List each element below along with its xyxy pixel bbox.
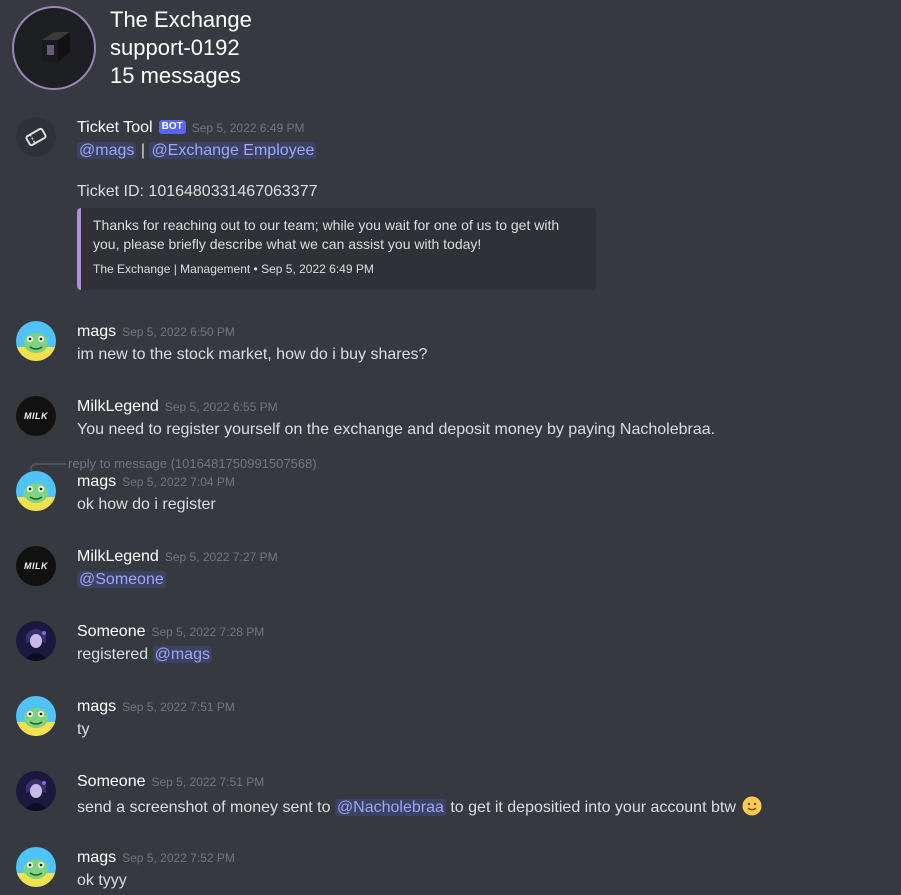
avatar[interactable] <box>16 117 56 157</box>
channel-header: The Exchange support-0192 15 messages <box>12 6 892 94</box>
embed-footer: The Exchange | Management • Sep 5, 2022 … <box>93 262 374 276</box>
message-text: send a screenshot of money sent to <box>77 799 331 816</box>
message-content: You need to register yourself on the exc… <box>77 421 716 438</box>
mention-role[interactable]: @Exchange Employee <box>149 142 317 159</box>
mention-user[interactable]: @Nacholebraa <box>334 799 446 816</box>
reply-reference[interactable]: reply to message (1016481750991507568) <box>68 456 317 471</box>
avatar[interactable]: MILK <box>16 546 56 586</box>
someone-avatar-icon <box>16 771 56 811</box>
timestamp: Sep 5, 2022 7:51 PM <box>122 700 235 714</box>
reply-connector <box>30 463 66 471</box>
bot-tag: BOT <box>158 120 186 134</box>
author-name[interactable]: Someone <box>77 773 146 790</box>
guild-icon <box>12 6 96 90</box>
cube-logo-icon <box>42 32 70 62</box>
avatar[interactable] <box>16 771 56 811</box>
message-text: registered <box>77 646 149 663</box>
message-content: registered @mags <box>77 646 212 664</box>
milk-logo: MILK <box>24 561 48 571</box>
avatar[interactable] <box>16 621 56 661</box>
message-content: ok tyyy <box>77 872 127 889</box>
avatar[interactable] <box>16 471 56 511</box>
timestamp: Sep 5, 2022 7:28 PM <box>151 625 265 639</box>
someone-avatar-icon <box>16 621 56 661</box>
avatar[interactable]: MILK <box>16 396 56 436</box>
author-name[interactable]: Someone <box>77 623 146 640</box>
message-content: send a screenshot of money sent to @Nach… <box>77 796 762 821</box>
timestamp: Sep 5, 2022 6:55 PM <box>164 400 278 414</box>
slightly-smiling-face-icon <box>742 796 762 821</box>
avatar[interactable] <box>16 321 56 361</box>
avatar[interactable] <box>16 847 56 887</box>
message-text: to get it depositied into your account b… <box>450 799 736 816</box>
mags-avatar-icon <box>16 471 56 511</box>
milk-logo: MILK <box>24 411 48 421</box>
mention-user[interactable]: @mags <box>77 142 137 159</box>
author-name[interactable]: MilkLegend <box>77 548 159 565</box>
mags-avatar-icon <box>16 696 56 736</box>
mention-user[interactable]: @Someone <box>77 571 166 588</box>
mags-avatar-icon <box>16 847 56 887</box>
embed: Thanks for reaching out to our team; whi… <box>77 208 596 290</box>
message-content: @Someone <box>77 571 166 589</box>
timestamp: Sep 5, 2022 7:51 PM <box>151 775 265 789</box>
mags-avatar-icon <box>16 321 56 361</box>
message-content: im new to the stock market, how do i buy… <box>77 346 428 363</box>
message-content: @mags | @Exchange Employee <box>77 142 317 160</box>
author-name[interactable]: mags <box>77 473 116 490</box>
avatar[interactable] <box>16 696 56 736</box>
timestamp: Sep 5, 2022 6:49 PM <box>191 121 305 135</box>
separator: | <box>140 142 145 159</box>
mention-user[interactable]: @mags <box>152 646 212 663</box>
timestamp: Sep 5, 2022 7:04 PM <box>122 475 235 489</box>
author-name[interactable]: mags <box>77 849 116 866</box>
ticket-id: Ticket ID: 1016480331467063377 <box>77 183 318 200</box>
author-name[interactable]: MilkLegend <box>77 398 159 415</box>
guild-name: The Exchange <box>110 7 252 32</box>
timestamp: Sep 5, 2022 7:52 PM <box>122 851 235 865</box>
author-name[interactable]: mags <box>77 698 116 715</box>
timestamp: Sep 5, 2022 6:50 PM <box>122 325 235 339</box>
embed-description: Thanks for reaching out to our team; whi… <box>93 217 560 252</box>
channel-name: support-0192 <box>110 35 240 60</box>
timestamp: Sep 5, 2022 7:27 PM <box>164 550 278 564</box>
author-name[interactable]: mags <box>77 323 116 340</box>
author-name[interactable]: Ticket Tool <box>77 119 153 136</box>
message-content: ty <box>77 721 90 738</box>
ticket-icon <box>16 117 56 157</box>
message-content: ok how do i register <box>77 496 216 513</box>
message-count: 15 messages <box>110 63 241 88</box>
